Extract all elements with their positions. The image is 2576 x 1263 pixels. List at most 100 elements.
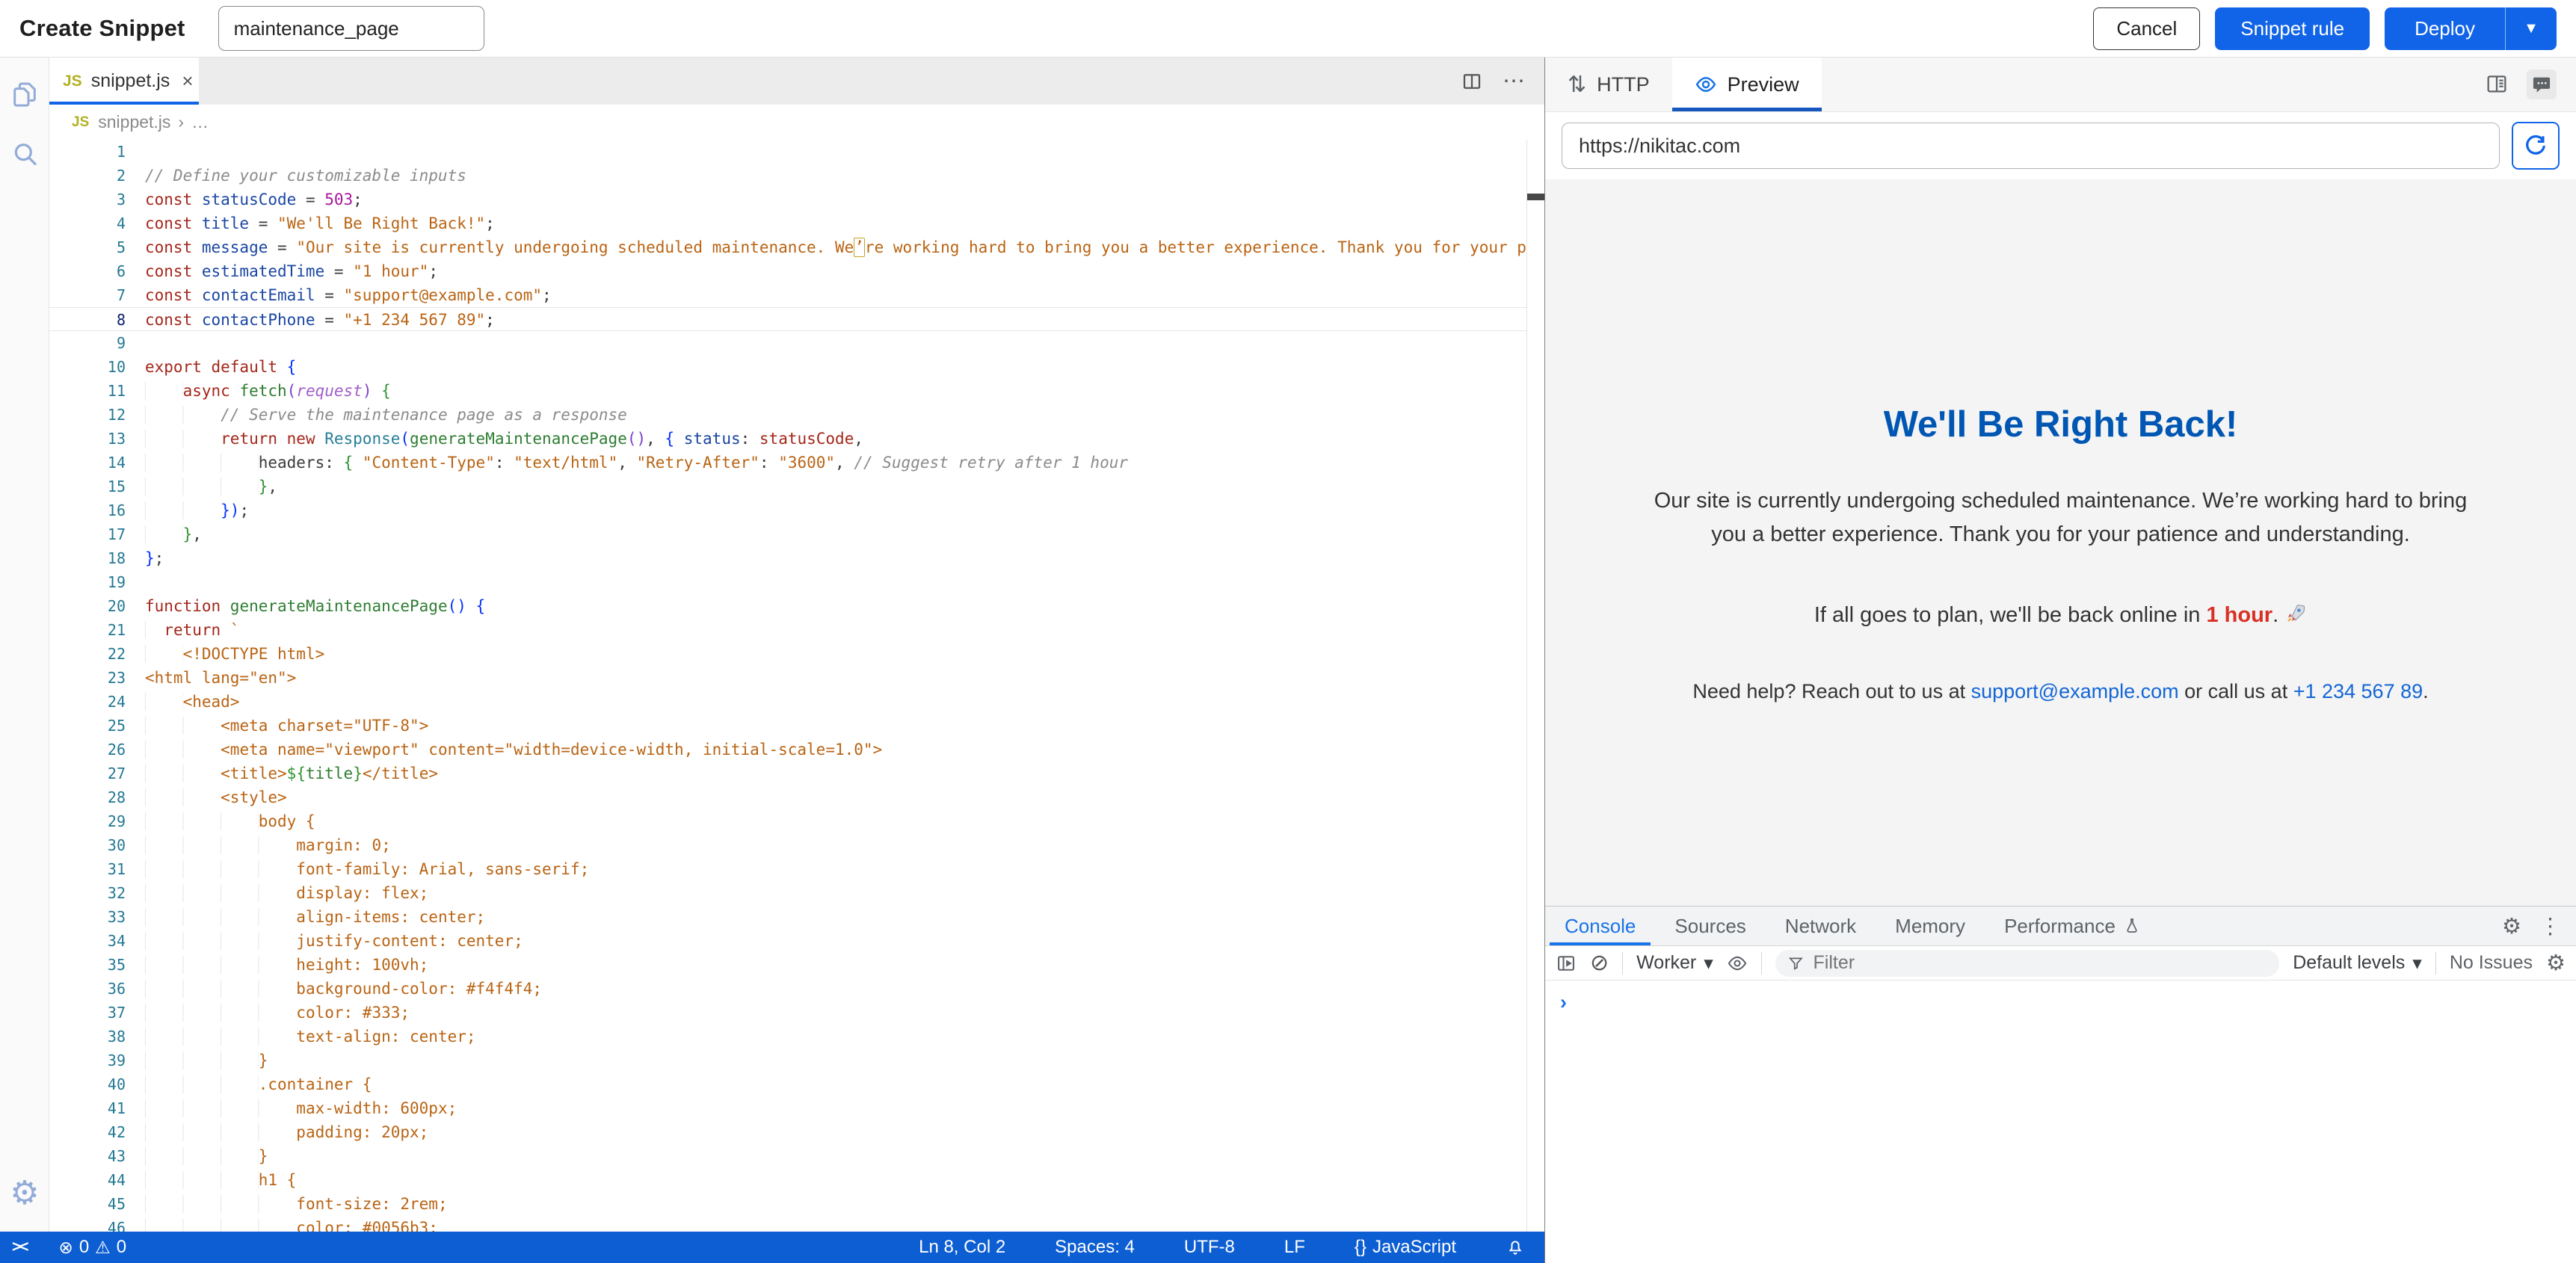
code-line[interactable]: 27 <title>${title}</title> [49, 762, 1526, 785]
code-line[interactable]: 34 justify-content: center; [49, 929, 1526, 953]
more-actions-icon[interactable]: ⋯ [1503, 68, 1526, 94]
code-line[interactable]: 20function generateMaintenancePage() { [49, 594, 1526, 618]
code-lines[interactable]: 12// Define your customizable inputs3con… [49, 140, 1526, 1232]
indentation-setting[interactable]: Spaces: 4 [1055, 1237, 1135, 1258]
tab-snippet-js[interactable]: JS snippet.js × [49, 58, 199, 105]
code-line[interactable]: 3const statusCode = 503; [49, 188, 1526, 211]
code-line[interactable]: 22 <!DOCTYPE html> [49, 642, 1526, 666]
breadcrumb-more[interactable]: … [191, 112, 209, 132]
code-line[interactable]: 37 color: #333; [49, 1001, 1526, 1025]
devtools-menu-icon[interactable]: ⋮ [2539, 913, 2561, 939]
snippet-name-input[interactable] [218, 6, 484, 51]
code-line[interactable]: 35 height: 100vh; [49, 953, 1526, 977]
code-line[interactable]: 44 h1 { [49, 1168, 1526, 1192]
code-area[interactable]: 12// Define your customizable inputs3con… [49, 140, 1544, 1232]
code-line[interactable]: 29 body { [49, 809, 1526, 833]
issues-counter[interactable]: No Issues [2450, 952, 2533, 974]
console-sidebar-toggle-icon[interactable] [1556, 953, 1577, 974]
code-line[interactable]: 24 <head> [49, 690, 1526, 714]
docs-book-icon[interactable] [2485, 72, 2509, 96]
snippet-rule-button[interactable]: Snippet rule [2215, 7, 2370, 50]
console-prompt-chevron[interactable]: › [1560, 991, 1567, 1013]
code-line[interactable]: 11 async fetch(request) { [49, 379, 1526, 403]
encoding-setting[interactable]: UTF-8 [1184, 1237, 1235, 1258]
code-line[interactable]: 7const contactEmail = "support@example.c… [49, 283, 1526, 307]
console-settings-icon[interactable]: ⚙ [2546, 950, 2566, 976]
code-line[interactable]: 8const contactPhone = "+1 234 567 89"; [49, 307, 1526, 331]
code-line[interactable]: 25 <meta charset="UTF-8"> [49, 714, 1526, 738]
code-line[interactable]: 28 <style> [49, 785, 1526, 809]
code-line[interactable]: 42 padding: 20px; [49, 1120, 1526, 1144]
eol-setting[interactable]: LF [1284, 1237, 1305, 1258]
code-line[interactable]: 4const title = "We'll Be Right Back!"; [49, 211, 1526, 235]
code-line[interactable]: 1 [49, 140, 1526, 164]
tab-http[interactable]: ⇅ HTTP [1545, 58, 1672, 111]
breadcrumb[interactable]: JS snippet.js › … [49, 105, 1544, 140]
code-line[interactable]: 36 background-color: #f4f4f4; [49, 977, 1526, 1001]
code-line[interactable]: 6const estimatedTime = "1 hour"; [49, 259, 1526, 283]
code-line[interactable]: 31 font-family: Arial, sans-serif; [49, 857, 1526, 881]
code-line[interactable]: 9 [49, 331, 1526, 355]
preview-viewport: We'll Be Right Back! Our site is current… [1545, 179, 2576, 906]
tab-preview[interactable]: Preview [1672, 58, 1822, 111]
cursor-position[interactable]: Ln 8, Col 2 [919, 1237, 1005, 1258]
support-email-link[interactable]: support@example.com [1971, 680, 2179, 702]
search-icon[interactable] [8, 138, 41, 171]
code-line[interactable]: 21 return ` [49, 618, 1526, 642]
code-line[interactable]: 18}; [49, 546, 1526, 570]
code-line[interactable]: 10export default { [49, 355, 1526, 379]
code-line[interactable]: 23<html lang="en"> [49, 666, 1526, 690]
code-line[interactable]: 26 <meta name="viewport" content="width=… [49, 738, 1526, 762]
problems-indicator[interactable]: ⊗ 0 ⚠ 0 [59, 1237, 127, 1258]
tab-console[interactable]: Console [1545, 907, 1655, 945]
remote-indicator-icon[interactable]: >< [0, 1232, 40, 1263]
code-line[interactable]: 19 [49, 570, 1526, 594]
code-line[interactable]: 45 font-size: 2rem; [49, 1192, 1526, 1216]
context-selector[interactable]: Worker ▾ [1636, 952, 1713, 975]
code-line[interactable]: 17 }, [49, 522, 1526, 546]
minimap-slider[interactable] [1527, 194, 1544, 200]
code-line[interactable]: 12 // Serve the maintenance page as a re… [49, 403, 1526, 427]
preview-url-input[interactable] [1562, 123, 2500, 169]
deploy-dropdown-button[interactable]: ▼ [2505, 7, 2557, 50]
code-line[interactable]: 30 margin: 0; [49, 833, 1526, 857]
code-line[interactable]: 15 }, [49, 475, 1526, 498]
feedback-chat-icon[interactable] [2527, 70, 2557, 99]
language-mode[interactable]: {} JavaScript [1355, 1237, 1456, 1258]
devtools-settings-icon[interactable]: ⚙ [2502, 913, 2521, 939]
code-line[interactable]: 38 text-align: center; [49, 1025, 1526, 1049]
code-line[interactable]: 2// Define your customizable inputs [49, 164, 1526, 188]
console-filter[interactable] [1775, 950, 2279, 977]
clear-console-icon[interactable]: ⊘ [1590, 950, 1609, 976]
tab-sources[interactable]: Sources [1655, 907, 1765, 945]
deploy-button[interactable]: Deploy [2385, 7, 2505, 50]
code-line[interactable]: 13 return new Response(generateMaintenan… [49, 427, 1526, 451]
close-tab-icon[interactable]: × [182, 70, 193, 93]
split-editor-icon[interactable] [1461, 70, 1483, 93]
phone-link[interactable]: +1 234 567 89 [2293, 680, 2423, 702]
code-line[interactable]: 43 } [49, 1144, 1526, 1168]
default-levels-dropdown[interactable]: Default levels ▾ [2293, 952, 2422, 975]
cancel-button[interactable]: Cancel [2093, 7, 2200, 50]
code-line[interactable]: 5const message = "Our site is currently … [49, 235, 1526, 259]
breadcrumb-file[interactable]: snippet.js [98, 112, 170, 132]
console-output[interactable]: › [1545, 981, 2576, 1263]
settings-gear-icon[interactable]: ⚙ [0, 1174, 49, 1212]
refresh-button[interactable] [2512, 122, 2560, 170]
code-line[interactable]: 14 headers: { "Content-Type": "text/html… [49, 451, 1526, 475]
filter-input[interactable] [1814, 952, 2268, 974]
files-icon[interactable] [8, 78, 41, 111]
code-line[interactable]: 40 .container { [49, 1072, 1526, 1096]
tab-memory[interactable]: Memory [1876, 907, 1985, 945]
tab-performance[interactable]: Performance [1985, 907, 2160, 945]
code-line[interactable]: 32 display: flex; [49, 881, 1526, 905]
live-expression-eye-icon[interactable] [1727, 953, 1748, 974]
code-line[interactable]: 33 align-items: center; [49, 905, 1526, 929]
code-line[interactable]: 39 } [49, 1049, 1526, 1072]
minimap-scrollbar[interactable] [1526, 140, 1544, 1232]
notifications-bell-icon[interactable] [1506, 1238, 1525, 1257]
code-line[interactable]: 46 color: #0056b3; [49, 1216, 1526, 1232]
code-line[interactable]: 41 max-width: 600px; [49, 1096, 1526, 1120]
tab-network[interactable]: Network [1766, 907, 1876, 945]
code-line[interactable]: 16 }); [49, 498, 1526, 522]
